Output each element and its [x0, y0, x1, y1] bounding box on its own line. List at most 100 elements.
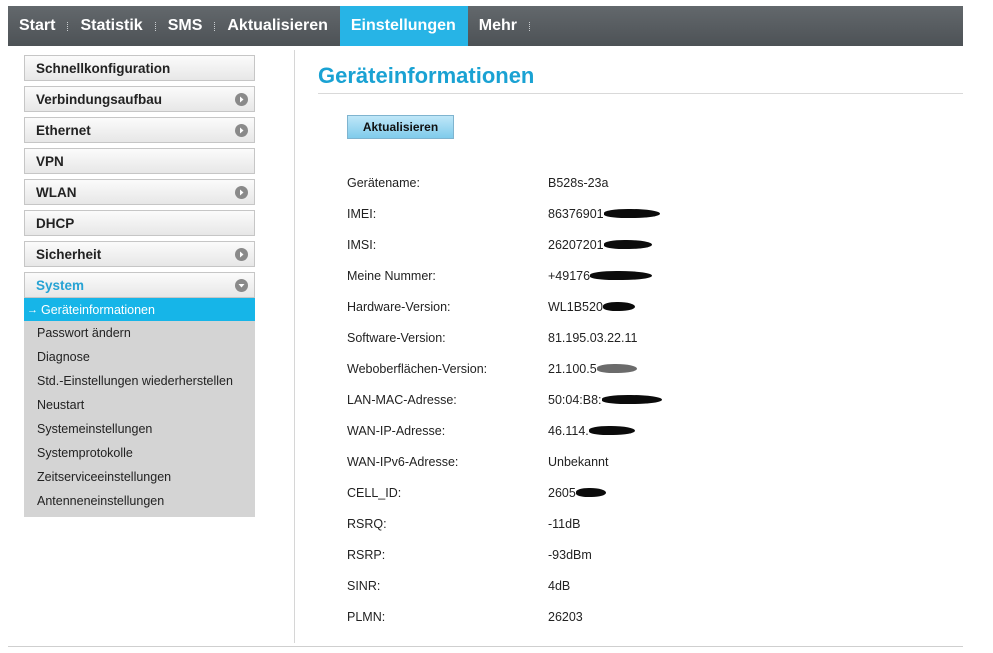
value-text: 50:04:B8:	[548, 392, 602, 407]
sidebar-item-system[interactable]: System	[24, 272, 255, 298]
chevron-right-icon	[235, 247, 248, 261]
submenu-item-systemprotokolle[interactable]: Systemprotokolle	[24, 441, 255, 465]
info-row-geraetename: Gerätename: B528s-23a	[347, 167, 662, 198]
submenu-item-neustart[interactable]: Neustart	[24, 393, 255, 417]
info-value: WL1B520	[548, 300, 635, 314]
redaction-mark	[575, 488, 606, 497]
footer-divider	[8, 646, 963, 647]
info-row-hardware-version: Hardware-Version: WL1B520	[347, 291, 662, 322]
info-value: Unbekannt	[548, 455, 608, 469]
value-text: -93dBm	[548, 547, 592, 562]
info-label: Weboberflächen-Version:	[347, 361, 488, 376]
value-text: Unbekannt	[548, 454, 609, 469]
info-label: Software-Version:	[347, 330, 446, 345]
nav-einstellungen[interactable]: Einstellungen	[339, 6, 468, 46]
info-row-wan-ip-adresse: WAN-IP-Adresse: 46.114.	[347, 415, 662, 446]
redaction-mark	[596, 364, 637, 373]
submenu-item-label: Systemeinstellungen	[37, 422, 153, 436]
info-row-sinr: SINR: 4dB	[347, 570, 662, 601]
info-label: Hardware-Version:	[347, 299, 451, 314]
top-navigation: Start Statistik SMS Aktualisieren Einste…	[8, 6, 963, 46]
info-label: WAN-IPv6-Adresse:	[347, 454, 459, 469]
info-label: SINR:	[347, 578, 381, 593]
sidebar-item-label: Sicherheit	[36, 246, 102, 262]
sidebar-item-label: Schnellkonfiguration	[36, 60, 171, 76]
info-value: +49176	[548, 268, 653, 283]
submenu-item-label: Neustart	[37, 398, 85, 412]
value-text: +49176	[548, 268, 591, 283]
chevron-right-icon	[235, 123, 248, 137]
info-value: 46.114.	[548, 424, 635, 438]
value-text: 86376901	[548, 206, 604, 221]
sidebar-item-label: System	[36, 277, 85, 293]
sidebar-item-sicherheit[interactable]: Sicherheit	[24, 241, 255, 267]
info-row-rsrp: RSRP: -93dBm	[347, 539, 662, 570]
content-divider	[294, 50, 295, 643]
value-text: 21.100.5	[548, 361, 597, 376]
nav-statistik[interactable]: Statistik	[69, 6, 154, 46]
submenu-item-label: Std.-Einstellungen wiederherstellen	[37, 374, 233, 388]
settings-sidebar: Schnellkonfiguration Verbindungsaufbau E…	[24, 55, 255, 517]
redaction-mark	[603, 240, 652, 249]
value-text: 4dB	[548, 578, 571, 593]
sidebar-item-label: Ethernet	[36, 122, 91, 138]
nav-aktualisieren[interactable]: Aktualisieren	[216, 6, 339, 46]
system-submenu: → Geräteinformationen Passwort ändern Di…	[24, 298, 255, 517]
submenu-item-label: Diagnose	[37, 350, 90, 364]
info-label: RSRP:	[347, 547, 386, 562]
sidebar-item-wlan[interactable]: WLAN	[24, 179, 255, 205]
submenu-item-label: Antenneneinstellungen	[37, 494, 165, 508]
sidebar-item-label: VPN	[36, 153, 64, 169]
info-row-meine-nummer: Meine Nummer: +49176	[347, 260, 662, 291]
chevron-right-icon	[235, 92, 248, 106]
info-value: 50:04:B8:	[548, 393, 662, 407]
submenu-item-std-einstellungen[interactable]: Std.-Einstellungen wiederherstellen	[24, 369, 255, 393]
info-row-imsi: IMSI: 26207201	[347, 229, 662, 260]
nav-sms[interactable]: SMS	[157, 6, 215, 46]
info-value: 21.100.5	[548, 362, 637, 376]
info-label: WAN-IP-Adresse:	[347, 423, 446, 438]
info-value: 26203	[548, 610, 583, 624]
value-text: 2605	[548, 485, 576, 500]
value-text: 26207201	[548, 237, 604, 252]
info-label: Meine Nummer:	[347, 268, 436, 283]
refresh-button[interactable]: Aktualisieren	[347, 115, 454, 139]
arrow-right-icon: →	[27, 303, 38, 316]
info-value: 2605	[548, 486, 606, 500]
submenu-item-zeitserviceeinstellungen[interactable]: Zeitserviceeinstellungen	[24, 465, 255, 489]
submenu-item-label: Passwort ändern	[37, 326, 131, 340]
info-value: B528s-23a	[548, 176, 608, 190]
info-row-wan-ipv6-adresse: WAN-IPv6-Adresse: Unbekannt	[347, 446, 662, 477]
info-value: 81.195.03.22.11	[548, 331, 637, 345]
nav-mehr[interactable]: Mehr	[468, 6, 529, 46]
redaction-mark	[588, 426, 635, 435]
info-row-lan-mac-adresse: LAN-MAC-Adresse: 50:04:B8:	[347, 384, 662, 415]
info-label: IMSI:	[347, 237, 377, 252]
redaction-mark	[603, 209, 660, 218]
value-text: -11dB	[548, 516, 581, 531]
value-text: 26203	[548, 609, 583, 624]
submenu-item-passwort-aendern[interactable]: Passwort ändern	[24, 321, 255, 345]
sidebar-item-schnellkonfiguration[interactable]: Schnellkonfiguration	[24, 55, 255, 81]
sidebar-item-vpn[interactable]: VPN	[24, 148, 255, 174]
sidebar-item-verbindungsaufbau[interactable]: Verbindungsaufbau	[24, 86, 255, 112]
submenu-item-label: Zeitserviceeinstellungen	[37, 470, 172, 484]
redaction-mark	[602, 302, 635, 311]
info-value: 26207201	[548, 238, 652, 252]
info-label: PLMN:	[347, 609, 386, 624]
value-text: WL1B520	[548, 299, 603, 314]
info-label: Gerätename:	[347, 175, 420, 190]
sidebar-item-dhcp[interactable]: DHCP	[24, 210, 255, 236]
info-value: 86376901	[548, 207, 660, 221]
nav-start[interactable]: Start	[8, 6, 67, 46]
info-row-rsrq: RSRQ: -11dB	[347, 508, 662, 539]
submenu-item-antenneneinstellungen[interactable]: Antenneneinstellungen	[24, 489, 255, 513]
device-info-table: Gerätename: B528s-23a IMEI: 86376901 IMS…	[347, 167, 662, 632]
submenu-item-diagnose[interactable]: Diagnose	[24, 345, 255, 369]
info-value: -11dB	[548, 517, 580, 531]
submenu-item-systemeinstellungen[interactable]: Systemeinstellungen	[24, 417, 255, 441]
info-row-plmn: PLMN: 26203	[347, 601, 662, 632]
chevron-down-icon	[235, 278, 248, 292]
sidebar-item-ethernet[interactable]: Ethernet	[24, 117, 255, 143]
submenu-item-geraeteinformationen[interactable]: → Geräteinformationen	[24, 298, 255, 321]
